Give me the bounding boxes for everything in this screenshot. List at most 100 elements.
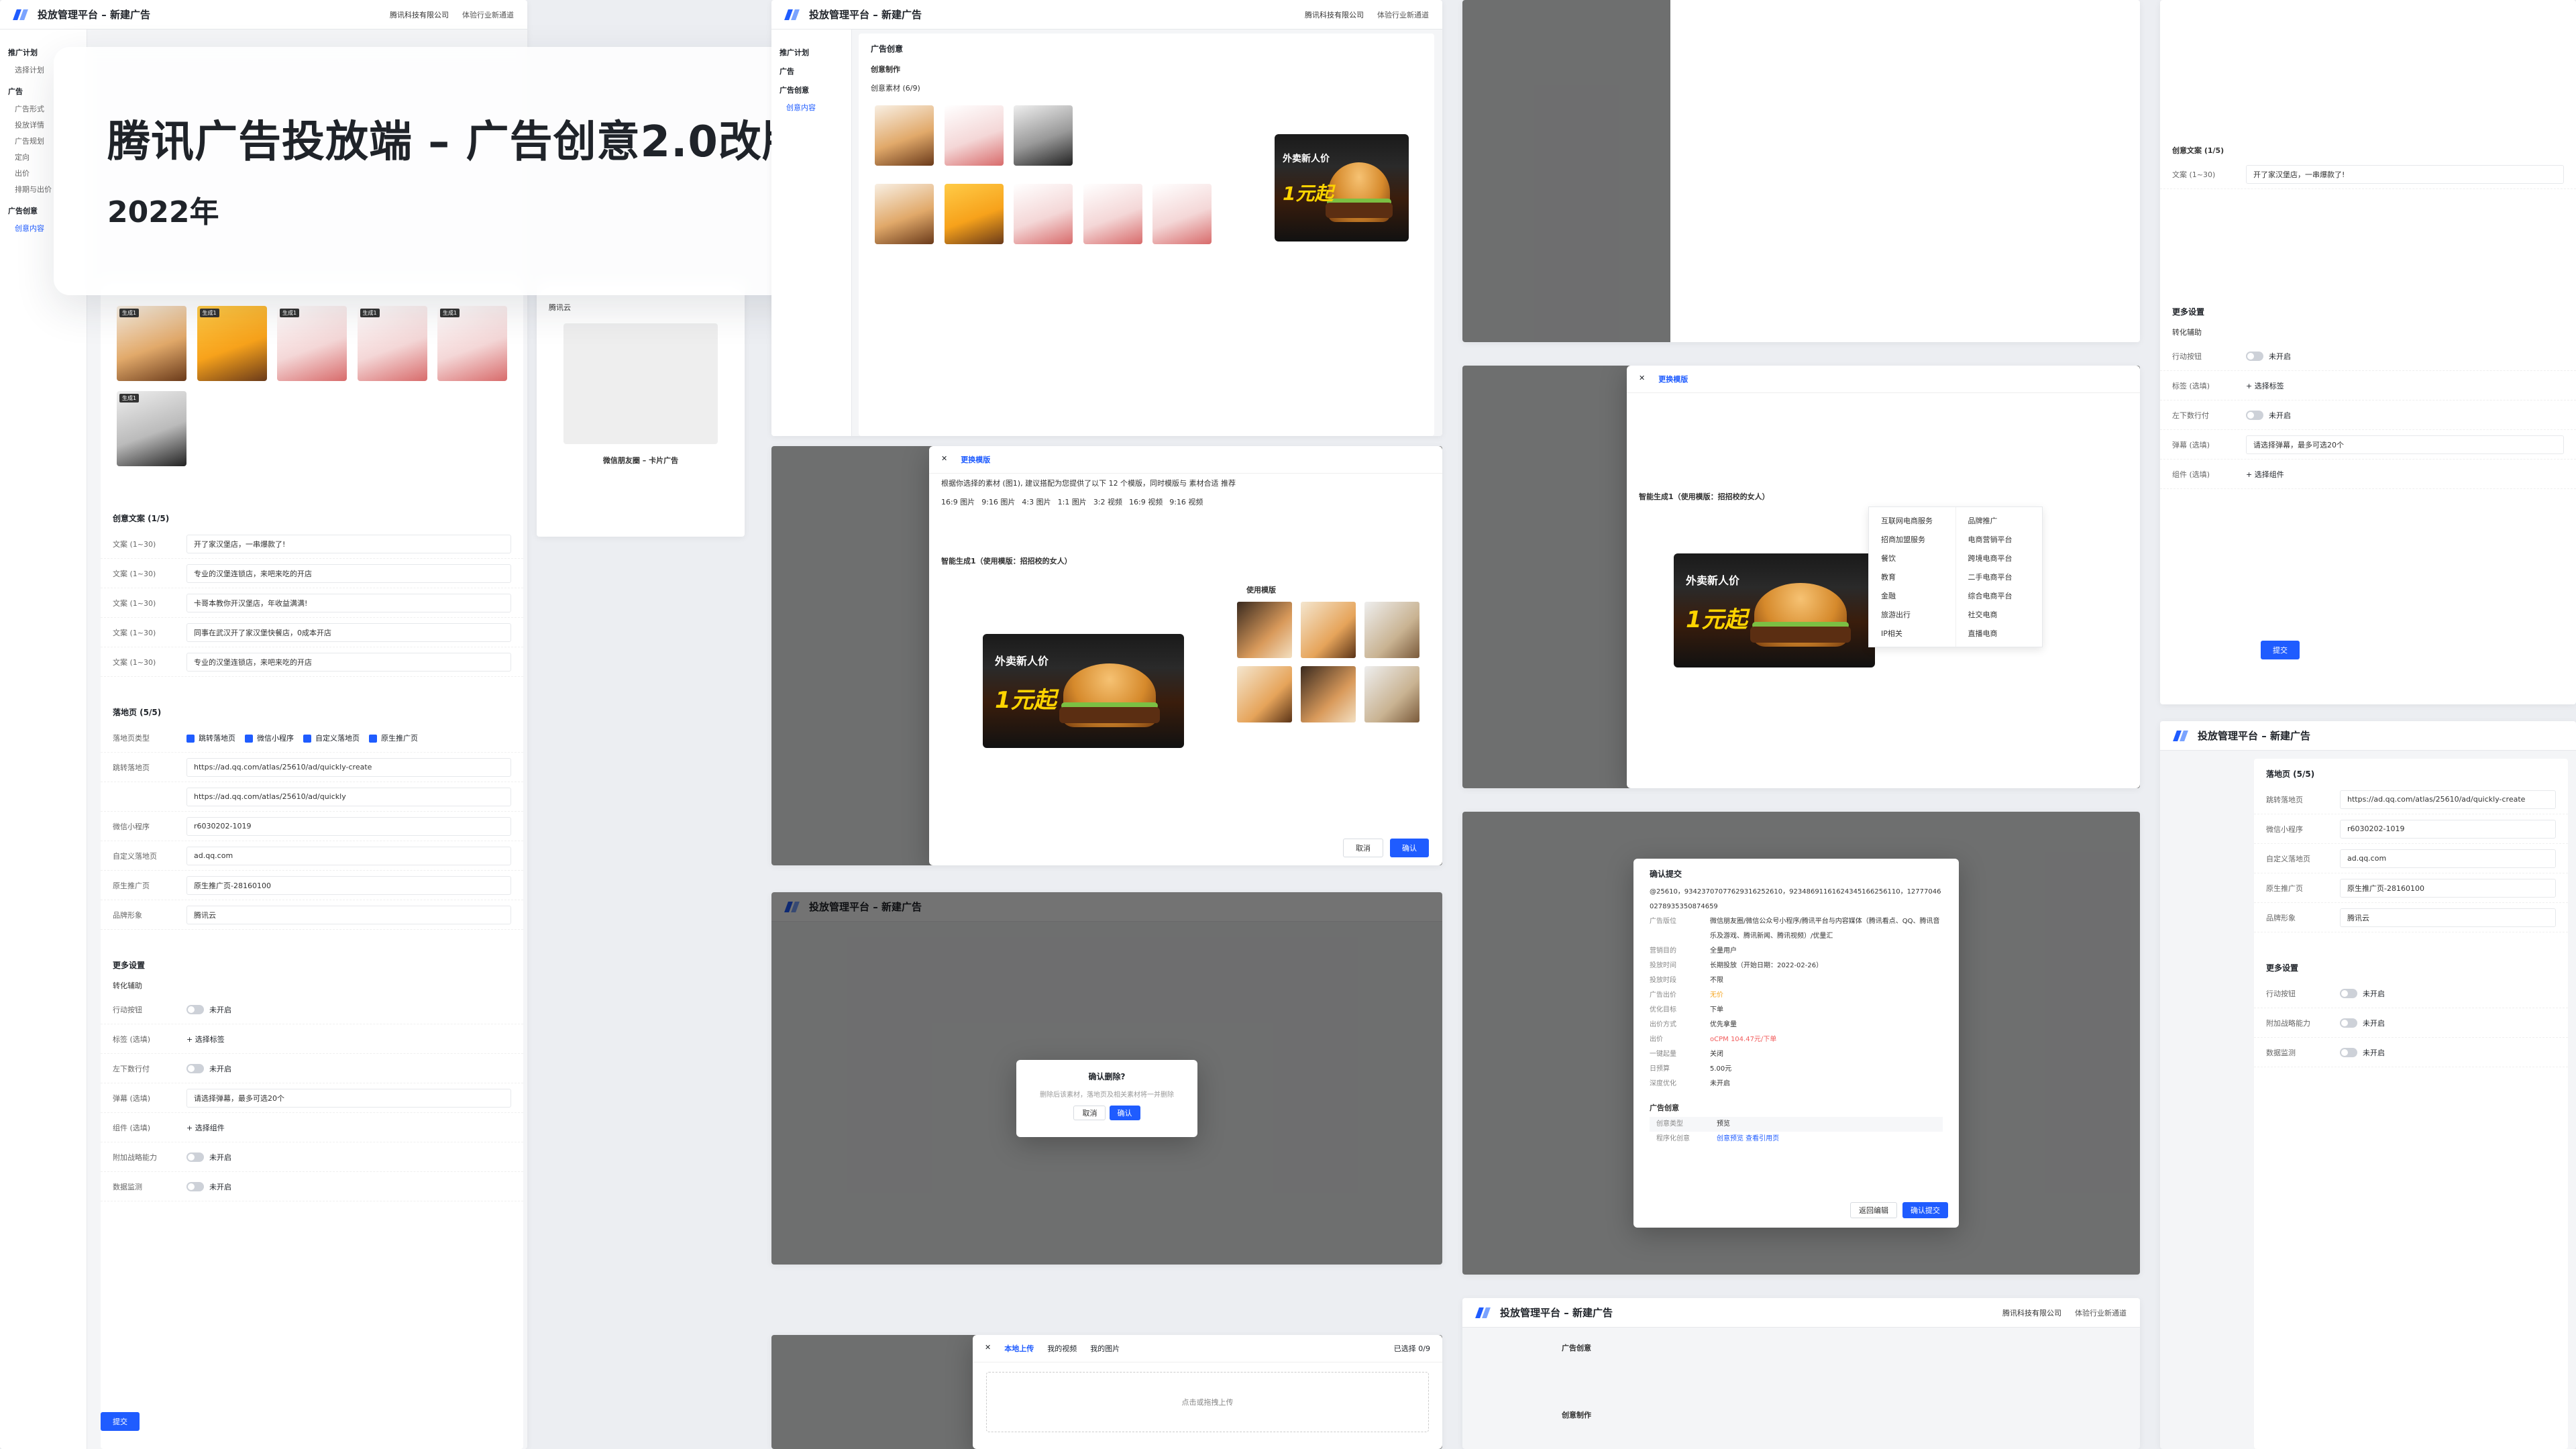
company-name[interactable]: 腾讯科技有限公司 (2002, 1307, 2061, 1318)
cancel-button[interactable]: 取消 (1073, 1106, 1106, 1120)
template-thumb[interactable] (1301, 666, 1356, 722)
industry-link[interactable]: 体验行业新通道 (2075, 1307, 2127, 1318)
url-input[interactable]: https://ad.qq.com/atlas/25610/ad/quickly… (186, 757, 511, 777)
landing-type-option[interactable]: 原生推广页 (369, 733, 418, 743)
copy-input[interactable]: 专业的汉堡连锁店，来吧来吃的开店 (186, 652, 511, 672)
subcategory-item[interactable]: 社交电商 (1956, 605, 2043, 624)
landing-type-option[interactable]: 自定义落地页 (303, 733, 360, 743)
toggle-switch[interactable] (186, 1004, 204, 1014)
native-select[interactable]: 原生推广页-28160100 (186, 875, 511, 895)
submit-button[interactable]: 提交 (101, 1412, 140, 1431)
format-tab[interactable]: 1:1 图片 (1058, 496, 1087, 507)
template-thumb[interactable] (1237, 602, 1292, 658)
creative-tile[interactable] (875, 105, 934, 166)
category-item[interactable]: IP相关 (1869, 624, 1955, 643)
subcategory-item[interactable]: 二手电商平台 (1956, 568, 2043, 586)
barrage-select[interactable]: 请选择弹幕，最多可选20个 (2246, 435, 2564, 454)
close-icon[interactable]: ✕ (941, 454, 947, 465)
sidebar-item-creative-content[interactable]: 创意内容 (780, 99, 843, 115)
category-item[interactable]: 餐饮 (1869, 549, 1955, 568)
cancel-button[interactable]: 取消 (1343, 839, 1383, 857)
barrage-select[interactable]: 请选择弹幕，最多可选20个 (186, 1088, 511, 1108)
landing-type-option[interactable]: 跳转落地页 (186, 733, 235, 743)
creative-tile[interactable]: 生成1 (117, 391, 186, 466)
format-tab[interactable]: 9:16 图片 (981, 496, 1015, 507)
company-name[interactable]: 腾讯科技有限公司 (1305, 9, 1364, 20)
copy-input[interactable]: 同事在武汉开了家汉堡快餐店，0成本开店 (186, 623, 511, 642)
category-item[interactable]: 金融 (1869, 586, 1955, 605)
tab-my-images[interactable]: 我的图片 (1090, 1343, 1120, 1354)
copy-input[interactable]: 开了家汉堡店，一串爆款了! (2246, 164, 2564, 184)
select-component-button[interactable]: + 选择组件 (186, 1122, 225, 1133)
subcategory-item[interactable]: 综合电商平台 (1956, 586, 2043, 605)
creative-tile[interactable] (1083, 184, 1142, 244)
select-component-button[interactable]: + 选择组件 (2246, 469, 2284, 480)
toggle-switch[interactable] (2340, 988, 2357, 998)
tab-my-video[interactable]: 我的视频 (1047, 1343, 1077, 1354)
custom-input[interactable]: ad.qq.com (186, 846, 511, 865)
category-item[interactable]: 教育 (1869, 568, 1955, 586)
mini-input[interactable]: r6030202-1019 (2340, 819, 2556, 839)
url-input[interactable]: https://ad.qq.com/atlas/25610/ad/quickly… (2340, 790, 2556, 809)
subcategory-item[interactable]: 品牌推广 (1956, 511, 2043, 530)
format-tab[interactable]: 4:3 图片 (1022, 496, 1051, 507)
landing-type-option[interactable]: 微信小程序 (245, 733, 294, 743)
creative-tile[interactable] (944, 184, 1004, 244)
brand-select[interactable]: 腾讯云 (2340, 908, 2556, 927)
url-input[interactable]: https://ad.qq.com/atlas/25610/ad/quickly (186, 787, 511, 806)
format-tab[interactable]: 16:9 视频 (1129, 496, 1163, 507)
toggle-switch[interactable] (186, 1181, 204, 1191)
tab-local-upload[interactable]: 本地上传 (1004, 1343, 1034, 1354)
template-thumb[interactable] (1237, 666, 1292, 722)
mini-input[interactable]: r6030202-1019 (186, 816, 511, 836)
category-item[interactable]: 旅游出行 (1869, 605, 1955, 624)
select-tag-button[interactable]: + 选择标签 (186, 1034, 225, 1044)
company-name[interactable]: 腾讯科技有限公司 (390, 9, 449, 20)
template-thumb[interactable] (1301, 602, 1356, 658)
back-edit-button[interactable]: 返回编辑 (1850, 1202, 1897, 1218)
industry-link[interactable]: 体验行业新通道 (462, 9, 514, 20)
confirm-submit-button[interactable]: 确认提交 (1902, 1202, 1948, 1218)
toggle-switch[interactable] (186, 1063, 204, 1073)
native-select[interactable]: 原生推广页-28160100 (2340, 878, 2556, 898)
creative-tile[interactable]: 生成1 (197, 306, 267, 381)
close-icon[interactable]: ✕ (985, 1343, 991, 1354)
select-tag-button[interactable]: + 选择标签 (2246, 380, 2284, 391)
creative-tile[interactable]: 生成1 (437, 306, 507, 381)
template-thumb[interactable] (1364, 666, 1420, 722)
creative-tile[interactable]: 生成1 (357, 306, 427, 381)
copy-input[interactable]: 专业的汉堡连锁店，来吧来吃的开店 (186, 564, 511, 583)
template-thumb[interactable] (1364, 602, 1420, 658)
subcategory-item[interactable]: 跨境电商平台 (1956, 549, 2043, 568)
creative-tile[interactable] (1152, 184, 1212, 244)
creative-tile[interactable] (944, 105, 1004, 166)
creative-tile[interactable]: 生成1 (117, 306, 186, 381)
custom-input[interactable]: ad.qq.com (2340, 849, 2556, 868)
toggle-switch[interactable] (2246, 351, 2263, 361)
toggle-switch[interactable] (2340, 1047, 2357, 1057)
format-tab[interactable]: 3:2 视频 (1093, 496, 1122, 507)
submit-button[interactable]: 提交 (2261, 641, 2300, 659)
category-item[interactable]: 互联网电商服务 (1869, 511, 1955, 530)
category-item[interactable]: 招商加盟服务 (1869, 530, 1955, 549)
toggle-switch[interactable] (186, 1152, 204, 1162)
preview-link[interactable]: 创意预览 查看引用页 (1717, 1132, 1936, 1146)
format-tab[interactable]: 16:9 图片 (941, 496, 975, 507)
toggle-switch[interactable] (2246, 410, 2263, 420)
copy-input[interactable]: 卡哥本教你开汉堡店，年收益满满! (186, 593, 511, 612)
confirm-button[interactable]: 确认 (1390, 839, 1429, 857)
format-tab[interactable]: 9:16 视频 (1169, 496, 1203, 507)
industry-link[interactable]: 体验行业新通道 (1377, 9, 1429, 20)
confirm-button[interactable]: 确认 (1109, 1106, 1140, 1120)
creative-tile[interactable]: 生成1 (277, 306, 347, 381)
creative-tile[interactable] (1014, 184, 1073, 244)
copy-input[interactable]: 开了家汉堡店，一串爆款了! (186, 534, 511, 553)
brand-select[interactable]: 腾讯云 (186, 905, 511, 924)
subcategory-item[interactable]: 直播电商 (1956, 624, 2043, 643)
close-icon[interactable]: ✕ (1639, 374, 1645, 384)
toggle-switch[interactable] (2340, 1018, 2357, 1028)
creative-tile[interactable] (1014, 105, 1073, 166)
subcategory-item[interactable]: 电商营销平台 (1956, 530, 2043, 549)
creative-tile[interactable] (875, 184, 934, 244)
upload-dropzone[interactable]: 点击或拖拽上传 (986, 1372, 1429, 1432)
